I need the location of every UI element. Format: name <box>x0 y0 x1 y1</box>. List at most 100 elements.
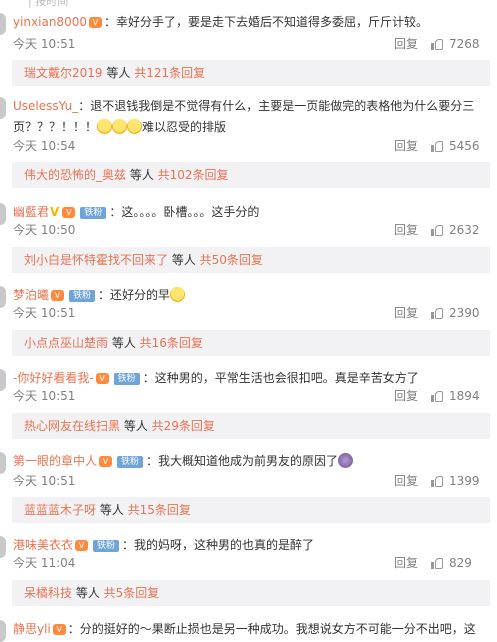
sub-reply-user: 小点点巫山楚雨 <box>24 336 109 350</box>
sub-reply-mid: 等人 <box>126 168 158 182</box>
like-count: 2632 <box>449 223 480 237</box>
comment-text: yinxian8000 V ：幸好分手了，要是走下去婚后不知道得多委屈，斤斤计较。 <box>13 12 491 33</box>
avatar[interactable] <box>0 452 6 474</box>
username[interactable]: 梦泊曦 <box>13 288 49 302</box>
vip-badge-icon: V <box>51 290 65 301</box>
username[interactable]: 静思yli <box>13 622 51 636</box>
vip-badge-icon: V <box>52 624 66 635</box>
comment-text: 梦泊曦 V 铁粉 ：还好分的早 <box>13 285 491 306</box>
like-count: 7268 <box>449 37 480 51</box>
reply-button[interactable]: 回复 <box>394 555 418 571</box>
reply-button[interactable]: 回复 <box>394 222 418 238</box>
username[interactable]: 港味美衣衣 <box>13 538 73 552</box>
sub-reply-user: 刘小白是怀特霍找不回来了 <box>24 253 169 267</box>
sub-reply-bar[interactable]: 蓝蓝蓝木子呀 等人 共15条回复 <box>12 497 490 523</box>
thumbs-up-icon <box>431 389 443 402</box>
sort-text: | 按时间 <box>28 0 69 8</box>
sub-reply-bar[interactable]: 呆橘科技 等人 共5条回复 <box>12 580 490 606</box>
sub-reply-bar[interactable]: 瑞文戴尔2019 等人 共121条回复 <box>12 60 490 86</box>
like-button[interactable]: 2632 <box>431 222 480 238</box>
sub-reply-user: 蓝蓝蓝木子呀 <box>24 503 97 517</box>
username[interactable]: UselessYu_ <box>13 99 78 113</box>
comment-text: 静思yli V ：分的挺好的～果断止损也是另一种成功。我想说女方不可能一分不出吧，这 <box>13 619 491 640</box>
sub-reply-bar[interactable]: 热心网友在线扫黑 等人 共29条回复 <box>12 413 490 439</box>
fan-badge: 铁粉 <box>69 290 96 302</box>
comment-body: ：还好分的早 <box>98 288 171 302</box>
smile-emoji-icon <box>112 119 128 134</box>
thumbs-up-icon <box>431 139 443 152</box>
vip-badge-icon: V <box>88 17 102 28</box>
like-button[interactable]: 5456 <box>431 138 480 154</box>
timestamp: 今天 10:51 <box>13 306 76 320</box>
timestamp: 今天 10:50 <box>13 223 76 237</box>
vip-badge-icon: V <box>95 373 109 384</box>
like-button[interactable]: 1894 <box>431 388 480 404</box>
like-button[interactable]: 7268 <box>431 36 480 52</box>
comment-text: -你好好看看我- V 铁粉 ：这种男的，平常生活也会很扣吧。真是辛苦女方了 <box>13 368 491 389</box>
sub-reply-bar[interactable]: 小点点巫山楚雨 等人 共16条回复 <box>12 330 490 356</box>
avatar[interactable] <box>0 203 6 225</box>
sub-reply-count: 共121条回复 <box>134 66 206 80</box>
timestamp: 今天 10:51 <box>13 37 76 51</box>
sub-reply-user: 伟大的恐怖的_奥兹 <box>24 168 127 182</box>
like-button[interactable]: 2390 <box>431 305 480 321</box>
fan-badge: 铁粉 <box>80 207 107 219</box>
reply-button[interactable]: 回复 <box>394 388 418 404</box>
timestamp: 今天 10:54 <box>13 139 76 153</box>
sub-reply-bar[interactable]: 刘小白是怀特霍找不回来了 等人 共50条回复 <box>12 247 490 273</box>
like-button[interactable]: 829 <box>431 555 472 571</box>
reply-button[interactable]: 回复 <box>394 138 418 154</box>
sub-reply-count: 共16条回复 <box>139 336 203 350</box>
vip-badge-icon: V <box>75 540 89 551</box>
username[interactable]: 第一眼的章中人 <box>13 454 97 468</box>
comment-text: UselessYu_：退不退钱我倒是不觉得有什么，主要是一页能做完的表格他为什么… <box>13 96 491 138</box>
comment-text: 幽藍君V V 铁粉 ：这。。。。卧槽。。。这手分的 <box>13 202 491 223</box>
username[interactable]: -你好好看看我- <box>13 371 94 385</box>
sub-reply-user: 呆橘科技 <box>24 586 73 600</box>
comment-body-end: 难以忍受的排版 <box>142 120 227 134</box>
comment-body: ：幸好分手了，要是走下去婚后不知道得多委屈，斤斤计较。 <box>103 15 428 29</box>
username[interactable]: 幽藍君 <box>13 205 49 219</box>
avatar[interactable] <box>0 369 6 391</box>
thumbs-up-icon <box>431 37 443 50</box>
comment-text: 港味美衣衣 V 铁粉 ：我的妈呀，这种男的也真的是醉了 <box>13 535 491 556</box>
sub-reply-bar[interactable]: 伟大的恐怖的_奥兹 等人 共102条回复 <box>12 162 490 188</box>
sub-reply-mid: 等人 <box>72 586 104 600</box>
sub-reply-mid: 等人 <box>102 66 135 80</box>
avatar[interactable] <box>0 620 6 642</box>
like-count: 829 <box>449 556 472 570</box>
like-button[interactable]: 1399 <box>431 473 480 489</box>
comment-text: 第一眼的章中人 V 铁粉 ：我大概知道他成为前男友的原因了 <box>13 451 491 472</box>
like-count: 5456 <box>449 139 480 153</box>
thumbs-up-icon <box>431 474 443 487</box>
sub-reply-count: 共5条回复 <box>103 586 160 600</box>
sub-reply-count: 共50条回复 <box>199 253 263 267</box>
fan-badge: 铁粉 <box>113 373 140 385</box>
sticker-icon <box>338 453 354 468</box>
fan-badge: 铁粉 <box>93 540 120 552</box>
sub-reply-mid: 等人 <box>96 503 128 517</box>
verified-v-icon: V <box>50 205 60 219</box>
like-count: 2390 <box>449 306 480 320</box>
avatar[interactable] <box>0 13 6 35</box>
reply-button[interactable]: 回复 <box>394 36 418 52</box>
like-count: 1399 <box>449 474 480 488</box>
reply-button[interactable]: 回复 <box>394 305 418 321</box>
thumbs-up-icon <box>431 306 443 319</box>
comment-body: ：这种男的，平常生活也会很扣吧。真是辛苦女方了 <box>142 371 419 385</box>
username[interactable]: yinxian8000 <box>13 15 87 29</box>
comment-body: ：我大概知道他成为前男友的原因了 <box>146 454 339 468</box>
vip-badge-icon: V <box>99 456 113 467</box>
sub-reply-count: 共15条回复 <box>127 503 191 517</box>
sub-reply-mid: 等人 <box>108 336 140 350</box>
comment-body: ：我的妈呀，这种男的也真的是醉了 <box>122 538 315 552</box>
comment-body: ：分的挺好的～果断止损也是另一种成功。我想说女方不可能一分不出吧，这 <box>67 622 476 636</box>
sub-reply-mid: 等人 <box>168 253 200 267</box>
avatar[interactable] <box>0 286 6 308</box>
like-count: 1894 <box>449 389 480 403</box>
avatar[interactable] <box>0 536 6 558</box>
avatar[interactable] <box>0 97 6 119</box>
sub-reply-count: 共102条回复 <box>157 168 229 182</box>
reply-button[interactable]: 回复 <box>394 473 418 489</box>
vip-badge-icon: V <box>62 207 76 218</box>
